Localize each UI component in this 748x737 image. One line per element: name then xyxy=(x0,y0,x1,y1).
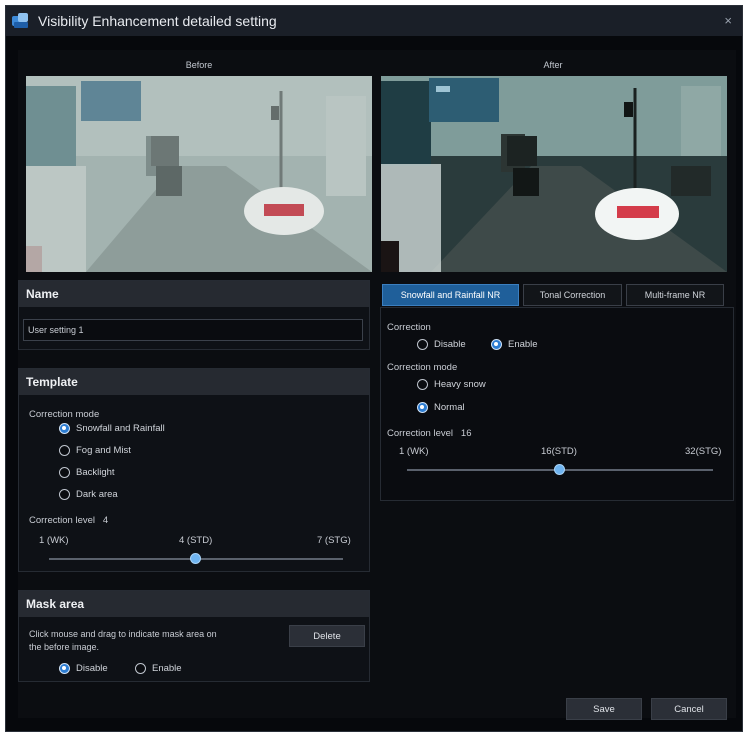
radio-dot xyxy=(135,663,146,674)
before-image[interactable] xyxy=(26,76,372,272)
app-icon xyxy=(12,13,30,29)
close-icon[interactable]: × xyxy=(724,13,732,28)
name-section: Name xyxy=(18,280,370,350)
cancel-button[interactable]: Cancel xyxy=(651,698,727,720)
mask-header: Mask area xyxy=(19,591,369,617)
nr-level-min: 1 (WK) xyxy=(399,446,429,457)
template-level-min: 1 (WK) xyxy=(39,535,69,546)
mask-radio-enable[interactable]: Enable xyxy=(135,663,182,674)
radio-dot xyxy=(417,402,428,413)
mask-hint-line2: the before image. xyxy=(29,642,100,652)
dialog-window: Visibility Enhancement detailed setting … xyxy=(5,5,743,732)
template-level-max: 7 (STG) xyxy=(317,535,351,546)
after-label: After xyxy=(543,60,563,70)
radio-dot xyxy=(417,379,428,390)
before-label: Before xyxy=(185,60,213,70)
radio-dot xyxy=(417,339,428,350)
nr-mode-heavy-snow[interactable]: Heavy snow xyxy=(417,379,486,390)
template-header: Template xyxy=(19,369,369,395)
mode-radio-fog[interactable]: Fog and Mist xyxy=(59,445,131,456)
radio-dot xyxy=(59,445,70,456)
mask-radio-disable[interactable]: Disable xyxy=(59,663,108,674)
nr-level-label: Correction level 16 xyxy=(387,428,472,439)
nr-correction-disable[interactable]: Disable xyxy=(417,339,466,350)
nr-mode-label: Correction mode xyxy=(387,362,458,373)
after-image xyxy=(381,76,727,272)
template-section: Template Correction mode Snowfall and Ra… xyxy=(18,368,370,572)
tab-snowfall-rainfall-nr[interactable]: Snowfall and Rainfall NR xyxy=(382,284,519,306)
name-header: Name xyxy=(19,281,369,307)
nr-level-value: 16 xyxy=(460,428,472,439)
nr-settings-panel: Correction Disable Enable Correction mod… xyxy=(380,307,734,501)
template-level-mid: 4 (STD) xyxy=(179,535,213,546)
radio-dot xyxy=(59,663,70,674)
mode-radio-dark-area[interactable]: Dark area xyxy=(59,489,118,500)
nr-correction-enable[interactable]: Enable xyxy=(491,339,538,350)
nr-level-max: 32(STG) xyxy=(685,446,722,457)
nr-level-slider-thumb[interactable] xyxy=(554,464,565,475)
radio-dot xyxy=(59,489,70,500)
mode-radio-snowfall[interactable]: Snowfall and Rainfall xyxy=(59,423,165,434)
mask-section: Mask area Click mouse and drag to indica… xyxy=(18,590,370,682)
template-level-label: Correction level 4 xyxy=(29,515,109,526)
tab-tonal-correction[interactable]: Tonal Correction xyxy=(523,284,622,306)
radio-dot xyxy=(59,467,70,478)
save-button[interactable]: Save xyxy=(566,698,642,720)
window-title: Visibility Enhancement detailed setting xyxy=(38,13,277,29)
radio-dot xyxy=(59,423,70,434)
nr-level-mid: 16(STD) xyxy=(541,446,577,457)
name-input[interactable] xyxy=(23,319,363,341)
template-mode-label: Correction mode xyxy=(29,409,100,420)
delete-button[interactable]: Delete xyxy=(289,625,365,647)
radio-dot xyxy=(491,339,502,350)
template-level-value: 4 xyxy=(102,515,109,526)
nr-mode-normal[interactable]: Normal xyxy=(417,402,465,413)
nr-correction-label: Correction xyxy=(387,322,431,333)
tab-multi-frame-nr[interactable]: Multi-frame NR xyxy=(626,284,724,306)
mode-radio-backlight[interactable]: Backlight xyxy=(59,467,115,478)
template-level-slider-thumb[interactable] xyxy=(190,553,201,564)
title-bar[interactable]: Visibility Enhancement detailed setting … xyxy=(6,6,742,36)
mask-hint-line1: Click mouse and drag to indicate mask ar… xyxy=(29,629,217,639)
